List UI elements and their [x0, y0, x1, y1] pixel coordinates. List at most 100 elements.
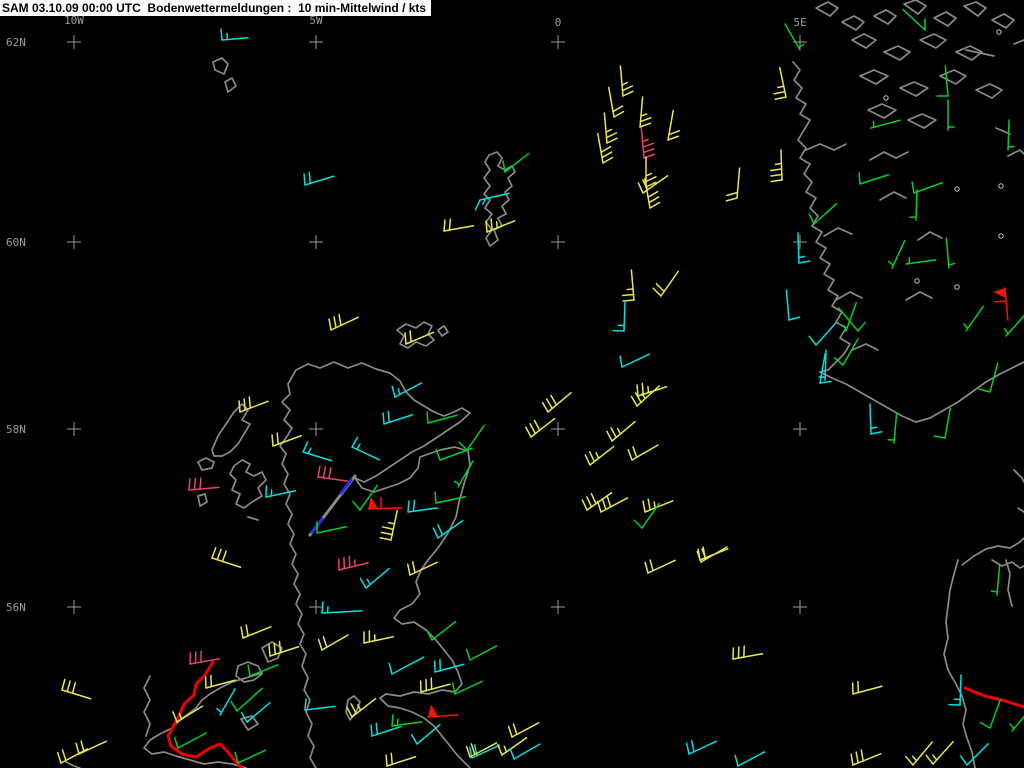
front-line-blue-dash — [339, 478, 353, 495]
wind-barb — [612, 300, 626, 332]
coastline — [867, 103, 897, 119]
coastline — [823, 227, 853, 237]
grid-cross — [67, 422, 81, 436]
coastline — [247, 516, 259, 521]
wind-barb — [485, 218, 516, 233]
wind-barb — [407, 499, 439, 513]
wind-barb — [596, 495, 629, 513]
wind-barb — [443, 218, 475, 232]
coastline — [240, 715, 259, 731]
latitude-label: 62N — [6, 36, 26, 49]
wind-barb — [990, 564, 1001, 596]
wind-barb — [410, 723, 441, 745]
coastline — [975, 83, 1003, 99]
coastline — [905, 291, 933, 301]
wind-barb — [858, 172, 890, 185]
wind-barb — [627, 444, 659, 461]
wind-barb — [645, 156, 657, 188]
coastline — [1013, 469, 1024, 483]
wind-barb — [621, 269, 635, 302]
coastline — [1007, 149, 1024, 157]
coastline — [963, 1, 987, 17]
wind-barb — [785, 289, 801, 321]
wind-barb — [851, 680, 883, 695]
coastline — [859, 69, 889, 85]
coastline — [792, 61, 1024, 423]
coastline — [907, 113, 937, 129]
wind-barb — [833, 338, 859, 366]
coastline — [224, 77, 237, 93]
grid-cross — [793, 235, 807, 249]
coastline — [991, 13, 1015, 29]
grid-cross — [793, 422, 807, 436]
wind-barb — [240, 701, 271, 723]
coastline — [851, 343, 879, 351]
wind-barb — [725, 167, 741, 202]
coastline — [869, 151, 909, 161]
wind-barb — [869, 403, 883, 435]
wind-barb — [367, 496, 403, 510]
wind-barb — [603, 112, 618, 144]
wind-barb — [211, 546, 242, 569]
weather-app-window: SAM 03.10.09 00:00 UTC Bodenwettermeldun… — [0, 0, 1024, 768]
wind-barb — [945, 237, 956, 269]
wind-barb — [379, 509, 398, 541]
wind-barb — [433, 658, 465, 673]
grid-cross — [551, 422, 565, 436]
wind-barb — [303, 171, 335, 186]
wind-barb — [351, 436, 380, 461]
calm-station-icon — [998, 233, 1004, 239]
wind-barb — [808, 321, 837, 346]
wind-barb — [979, 699, 1002, 729]
wind-barb — [230, 687, 264, 712]
wind-barb — [652, 270, 679, 297]
wind-barb — [619, 65, 634, 97]
wind-barb — [850, 749, 882, 766]
wind-barb — [773, 66, 787, 101]
wind-barb — [56, 748, 89, 764]
wind-barb — [316, 521, 348, 534]
coastline — [883, 45, 911, 61]
longitude-label: 0 — [555, 16, 562, 29]
wind-barb — [465, 645, 498, 661]
coastline — [815, 1, 839, 17]
coastline — [1013, 39, 1024, 45]
grid-cross — [309, 35, 323, 49]
wind-barb — [541, 391, 572, 413]
wind-barb — [597, 132, 614, 164]
latitude-label: 56N — [6, 601, 26, 614]
weather-map: 10W 5W 0 5E62N60N58N56N — [6, 0, 1024, 768]
wind-barb — [909, 189, 918, 221]
wind-barb — [337, 555, 369, 571]
wind-barb — [963, 305, 984, 332]
wind-barb — [636, 382, 668, 397]
grid-cross — [309, 600, 323, 614]
wind-barb — [188, 477, 220, 491]
coastline — [899, 81, 929, 97]
coastline — [65, 761, 81, 768]
wind-barb — [808, 203, 838, 225]
wind-barb — [427, 704, 459, 718]
coastline — [841, 15, 865, 31]
coastline — [143, 675, 151, 737]
wind-barb — [769, 149, 783, 183]
wind-barb — [426, 411, 458, 424]
wind-barb — [474, 192, 510, 211]
calm-station-icon — [914, 278, 920, 284]
coastline — [835, 291, 863, 301]
wind-barb — [328, 313, 359, 331]
calm-station-icon — [996, 29, 1002, 35]
calm-station-icon — [998, 183, 1004, 189]
calm-station-icon — [954, 186, 960, 192]
calm-station-icon — [883, 95, 889, 101]
wind-barb — [204, 674, 236, 689]
wind-barb — [993, 287, 1009, 321]
grid-cross — [67, 235, 81, 249]
grid-cross — [67, 600, 81, 614]
wind-barb — [606, 420, 636, 442]
grid-cross — [67, 35, 81, 49]
wind-barb — [905, 741, 934, 766]
coastline — [197, 457, 215, 471]
wind-barb — [346, 697, 377, 718]
wind-barb — [933, 407, 951, 439]
